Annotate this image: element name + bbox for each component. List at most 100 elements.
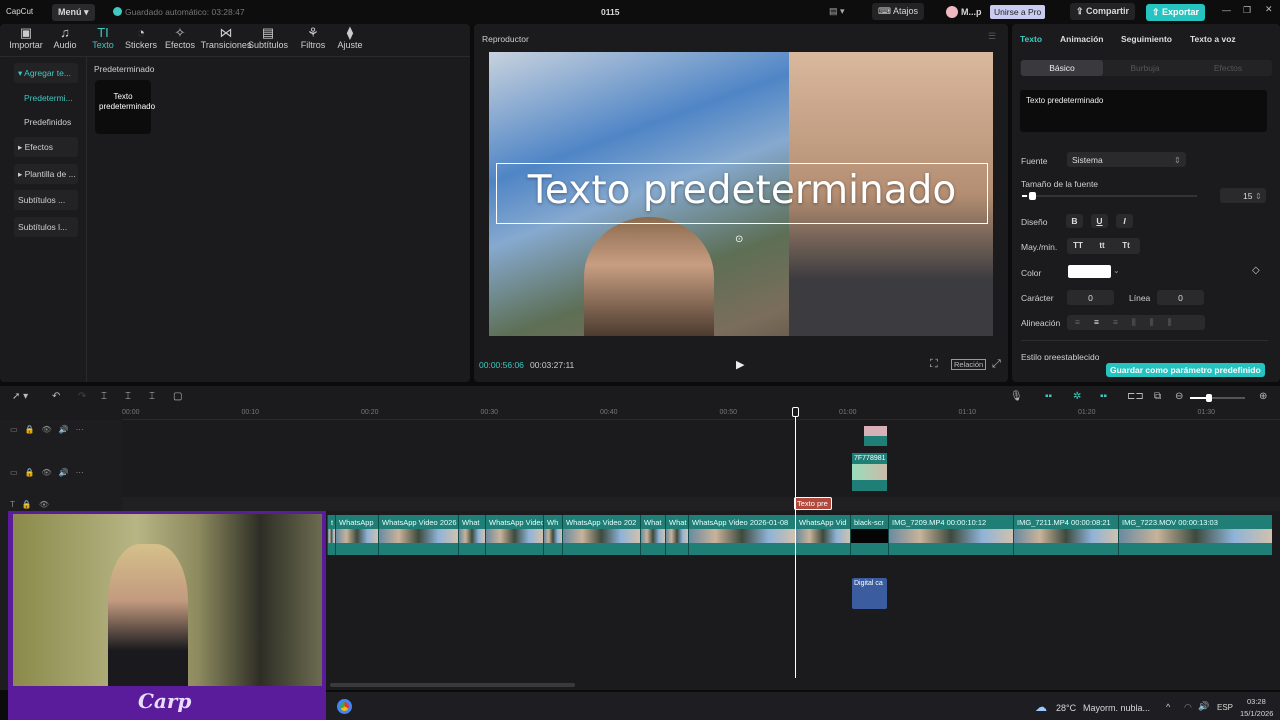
- chrome-icon[interactable]: [337, 699, 352, 714]
- close-icon[interactable]: ✕: [1265, 4, 1273, 15]
- case-button-0[interactable]: TT: [1068, 239, 1088, 253]
- sidenav-item[interactable]: Subtítulos l...: [14, 217, 78, 237]
- video-clip[interactable]: black-scr: [850, 515, 888, 555]
- case-button-1[interactable]: tt: [1092, 239, 1112, 253]
- join-pro-button[interactable]: Unirse a Pro: [990, 5, 1046, 19]
- thumbnail-icon[interactable]: ⧉: [1154, 391, 1161, 402]
- slider-handle[interactable]: [1029, 192, 1037, 200]
- chevron-up-icon[interactable]: ^: [1166, 702, 1170, 712]
- video-clip[interactable]: WhatsApp Video 202: [562, 515, 640, 555]
- split-right-icon[interactable]: ⌶: [149, 391, 155, 402]
- track-controls[interactable]: ▭🔒👁🔊⋯: [10, 425, 91, 434]
- zoom-out-icon[interactable]: ⊖: [1175, 391, 1183, 402]
- tool-efectos[interactable]: ✧ Efectos: [160, 26, 200, 51]
- timeline-scrollbar[interactable]: [330, 683, 575, 687]
- play-icon[interactable]: ▶: [736, 358, 744, 371]
- case-button-2[interactable]: Tt: [1116, 239, 1136, 253]
- clock-date[interactable]: 15/1/2026: [1240, 709, 1273, 718]
- rotate-handle-icon[interactable]: ⊙: [735, 234, 743, 245]
- video-clip[interactable]: WhatsApp Video: [485, 515, 543, 555]
- font-size-field[interactable]: 15 ⇕: [1220, 188, 1266, 203]
- layout-icon[interactable]: ▤ ▾: [829, 6, 845, 17]
- playhead-handle[interactable]: [792, 407, 799, 417]
- sticker-clip[interactable]: [864, 426, 887, 446]
- tab-1[interactable]: Animación: [1060, 34, 1103, 44]
- video-clip[interactable]: t: [327, 515, 335, 555]
- minimize-icon[interactable]: —: [1222, 5, 1231, 15]
- subtab-1[interactable]: Burbuja: [1104, 60, 1186, 76]
- style-button-1[interactable]: U: [1091, 214, 1108, 228]
- zoom-fit-icon[interactable]: ⛶: [930, 358, 938, 371]
- preview-axis-icon[interactable]: ⊏⊐: [1127, 391, 1144, 402]
- video-clip[interactable]: What: [665, 515, 688, 555]
- fullscreen-icon[interactable]: ⤢: [992, 358, 1001, 371]
- tool-filtros[interactable]: ⚘ Filtros: [293, 26, 333, 51]
- audio-clip[interactable]: Digital ca: [852, 578, 887, 609]
- text-clip[interactable]: Texto pre: [794, 497, 832, 510]
- sidenav-item[interactable]: ▸ Efectos: [14, 137, 78, 157]
- clock-time[interactable]: 03:28: [1247, 697, 1266, 706]
- video-clip[interactable]: IMG_7211.MP4 00:00:08:21: [1013, 515, 1118, 555]
- video-clip[interactable]: WhatsApp Vid: [795, 515, 850, 555]
- font-size-slider[interactable]: [1022, 192, 1197, 200]
- tool-transiciones[interactable]: ⋈ Transiciones: [199, 26, 253, 51]
- share-button[interactable]: ⇪ Compartir: [1070, 3, 1136, 20]
- video-clip[interactable]: WhatsApp Video 2026-01-08: [688, 515, 795, 555]
- time-ruler[interactable]: [122, 408, 1280, 420]
- char-spacing-field[interactable]: 0: [1067, 290, 1114, 305]
- track-controls[interactable]: T🔒👁: [10, 500, 56, 509]
- sidenav-item[interactable]: ▾ Agregar te...: [14, 63, 78, 83]
- track-controls[interactable]: ▭🔒👁🔊⋯: [10, 468, 91, 477]
- sidenav-item[interactable]: Subtítulos ...: [14, 190, 78, 210]
- default-text-card[interactable]: Texto predeterminado: [95, 80, 155, 134]
- tool-importar[interactable]: ▣ Importar: [6, 26, 46, 51]
- video-clip[interactable]: Wh: [543, 515, 562, 555]
- microphone-icon[interactable]: 🎙: [1010, 391, 1023, 402]
- text-input[interactable]: Texto predeterminado: [1020, 90, 1267, 132]
- slider-handle[interactable]: [1206, 394, 1212, 402]
- line-spacing-field[interactable]: 0: [1157, 290, 1204, 305]
- tool-ajuste[interactable]: ⧫ Ajuste: [330, 26, 370, 51]
- avatar[interactable]: [946, 6, 958, 18]
- sidenav-item[interactable]: ▸ Plantilla de ...: [14, 164, 78, 184]
- ratio-button[interactable]: Relación: [951, 359, 987, 370]
- subtab-2[interactable]: Efectos: [1187, 60, 1269, 76]
- video-clip[interactable]: What: [458, 515, 485, 555]
- delete-icon[interactable]: ▢: [173, 391, 182, 402]
- save-preset-button[interactable]: Guardar como parámetro predefinido: [1106, 363, 1265, 377]
- select-tool-icon[interactable]: ➚ ▾: [12, 391, 28, 402]
- volume-icon[interactable]: 🔊: [1198, 701, 1209, 712]
- wifi-icon[interactable]: ◠: [1184, 702, 1192, 713]
- redo-icon[interactable]: ↷: [78, 391, 86, 402]
- split-icon[interactable]: ⌶: [101, 391, 107, 402]
- tool-stickers[interactable]: ◔ Stickers: [121, 26, 161, 51]
- linkage-icon[interactable]: ▪▪: [1100, 391, 1107, 402]
- language-indicator[interactable]: ESP: [1217, 703, 1233, 712]
- tool-texto[interactable]: TI Texto: [83, 26, 123, 51]
- undo-icon[interactable]: ↶: [52, 391, 60, 402]
- player-menu-icon[interactable]: ☰: [988, 31, 996, 42]
- tool-audio[interactable]: ♫ Audio: [45, 26, 85, 51]
- overlay-text[interactable]: Texto predeterminado: [496, 168, 988, 213]
- timeline-zoom-slider[interactable]: [1190, 394, 1245, 402]
- tool-subtítulos[interactable]: ▤ Subtítulos: [248, 26, 288, 51]
- sidenav-item[interactable]: Predefinidos: [14, 112, 78, 132]
- menu-button[interactable]: Menú ▾: [52, 4, 95, 21]
- tab-2[interactable]: Seguimiento: [1121, 34, 1172, 44]
- subtab-0[interactable]: Básico: [1021, 60, 1103, 76]
- alignment-group[interactable]: ≡≡≡⫼⫼⫼: [1067, 315, 1205, 330]
- style-button-2[interactable]: I: [1116, 214, 1133, 228]
- chevron-down-icon[interactable]: ⌄: [1113, 266, 1120, 275]
- overlay-clip[interactable]: 7F778981: [852, 453, 887, 491]
- video-clip[interactable]: WhatsApp Video 2026: [378, 515, 458, 555]
- auto-snap-icon[interactable]: ✲: [1073, 391, 1081, 402]
- video-clip[interactable]: IMG_7209.MP4 00:00:10:12: [888, 515, 1013, 555]
- keyframe-icon[interactable]: ◇: [1252, 265, 1260, 276]
- style-button-0[interactable]: B: [1066, 214, 1083, 228]
- tab-3[interactable]: Texto a voz: [1190, 34, 1236, 44]
- sidenav-item[interactable]: Predetermi...: [14, 88, 78, 108]
- font-select[interactable]: Sistema ⇕: [1067, 152, 1186, 167]
- video-clip[interactable]: What: [640, 515, 665, 555]
- weather-icon[interactable]: ☁: [1035, 700, 1047, 714]
- split-left-icon[interactable]: ⌶: [125, 391, 131, 402]
